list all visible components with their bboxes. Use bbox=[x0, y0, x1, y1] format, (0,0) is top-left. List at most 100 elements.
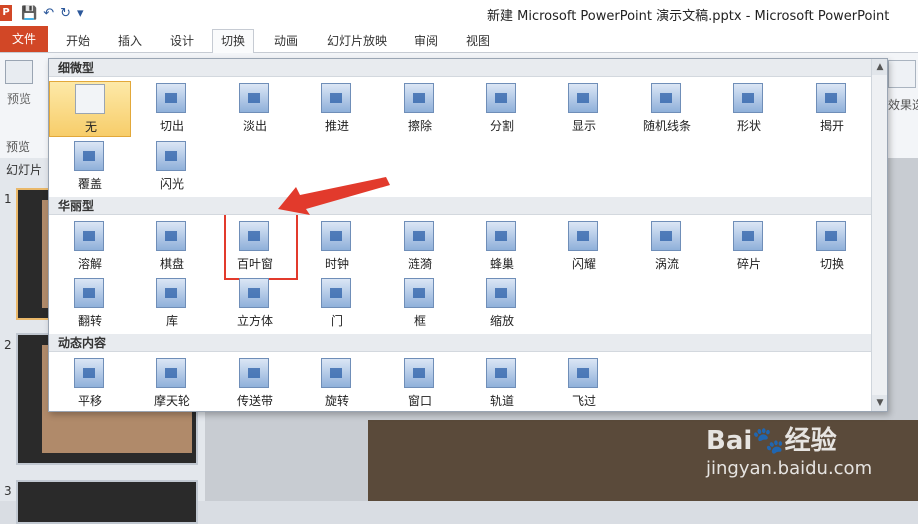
transition-preview-icon bbox=[321, 358, 351, 388]
transition-item[interactable]: 淡出 bbox=[214, 81, 296, 137]
transition-item[interactable]: 切出 bbox=[131, 81, 213, 137]
transition-item[interactable]: 窗口 bbox=[379, 356, 461, 411]
transition-item[interactable]: 翻转 bbox=[49, 276, 131, 332]
transition-preview-icon bbox=[733, 83, 763, 113]
transition-item[interactable]: 平移 bbox=[49, 356, 131, 411]
gallery-scrollbar[interactable]: ▲ ▼ bbox=[871, 59, 887, 411]
transition-item[interactable]: 涟漪 bbox=[379, 219, 461, 275]
tab-file[interactable]: 文件 bbox=[0, 26, 48, 52]
customize-qat-icon[interactable]: ▾ bbox=[74, 6, 87, 21]
transition-item[interactable]: 闪光 bbox=[131, 139, 213, 195]
transition-preview-icon bbox=[568, 83, 598, 113]
transition-item[interactable]: 摩天轮 bbox=[131, 356, 213, 411]
transition-item[interactable]: 百叶窗 bbox=[214, 219, 296, 275]
transition-item[interactable]: 轨道 bbox=[461, 356, 543, 411]
tab-transitions[interactable]: 切换 bbox=[212, 29, 255, 54]
preview-group-label: 预览 bbox=[6, 140, 31, 154]
transition-item[interactable]: 分割 bbox=[461, 81, 543, 137]
transition-item[interactable]: 形状 bbox=[708, 81, 790, 137]
transition-label: 分割 bbox=[489, 119, 514, 133]
tab-view[interactable]: 视图 bbox=[466, 30, 490, 52]
scroll-up-button[interactable]: ▲ bbox=[872, 59, 887, 75]
window-title: 新建 Microsoft PowerPoint 演示文稿.pptx - Micr… bbox=[487, 9, 890, 24]
transition-preview-icon bbox=[74, 141, 104, 171]
transition-preview-icon bbox=[239, 278, 269, 308]
transition-item[interactable]: 时钟 bbox=[296, 219, 378, 275]
redo-icon[interactable]: ↻ bbox=[57, 6, 74, 21]
transition-item[interactable]: 擦除 bbox=[379, 81, 461, 137]
transition-item[interactable]: 飞过 bbox=[543, 356, 625, 411]
transition-gallery: ▲ ▼ 细微型无 切出 淡出 推进 擦除 分割 显示 随机线条 形状 揭开 覆盖 闪光 华丽型 溶解 棋盘 百… bbox=[48, 58, 888, 412]
transition-item[interactable]: 推进 bbox=[296, 81, 378, 137]
transition-label: 切出 bbox=[159, 119, 184, 133]
transition-item[interactable]: 缩放 bbox=[461, 276, 543, 332]
transition-label: 门 bbox=[330, 314, 343, 328]
transition-item[interactable]: 随机线条 bbox=[626, 81, 708, 137]
transition-preview-icon bbox=[733, 221, 763, 251]
tab-animations[interactable]: 动画 bbox=[274, 30, 298, 52]
slide-number: 3 bbox=[4, 484, 12, 498]
transition-item[interactable]: 闪耀 bbox=[543, 219, 625, 275]
ribbon-tabs: 文件 开始 插入 设计 切换 动画 幻灯片放映 审阅 视图 bbox=[0, 26, 918, 54]
transition-preview-icon bbox=[156, 221, 186, 251]
effect-options-label: 效果选 bbox=[888, 98, 918, 112]
transition-preview-icon bbox=[239, 221, 269, 251]
transition-preview-icon bbox=[816, 83, 846, 113]
slides-pane-title: 幻灯片 bbox=[6, 163, 43, 177]
transition-item[interactable]: 覆盖 bbox=[49, 139, 131, 195]
tab-home[interactable]: 开始 bbox=[66, 30, 90, 52]
transition-item[interactable]: 切换 bbox=[791, 219, 873, 275]
preview-button[interactable]: 预览 bbox=[2, 60, 36, 107]
transition-label: 闪光 bbox=[159, 177, 184, 191]
transition-item[interactable]: 立方体 bbox=[214, 276, 296, 332]
transition-item[interactable]: 传送带 bbox=[214, 356, 296, 411]
tab-slideshow[interactable]: 幻灯片放映 bbox=[327, 30, 387, 52]
transition-preview-icon bbox=[75, 84, 105, 114]
transition-preview-icon bbox=[239, 358, 269, 388]
quick-access-toolbar: P 💾 ↶ ↻ ▾ bbox=[0, 2, 87, 24]
transition-label: 平移 bbox=[77, 394, 102, 408]
transition-label: 缩放 bbox=[489, 314, 514, 328]
title-bar: P 💾 ↶ ↻ ▾ 新建 Microsoft PowerPoint 演示文稿.p… bbox=[0, 0, 918, 26]
transition-label: 立方体 bbox=[236, 314, 273, 328]
transition-label: 蜂巢 bbox=[489, 257, 514, 271]
transition-item[interactable]: 框 bbox=[379, 276, 461, 332]
transition-item[interactable]: 溶解 bbox=[49, 219, 131, 275]
baidu-watermark: Bai🐾经验 jingyan.baidu.com bbox=[706, 420, 918, 500]
transition-item[interactable]: 蜂巢 bbox=[461, 219, 543, 275]
transition-label: 随机线条 bbox=[642, 119, 691, 133]
transition-item[interactable]: 库 bbox=[131, 276, 213, 332]
transition-item[interactable]: 碎片 bbox=[708, 219, 790, 275]
save-icon[interactable]: 💾 bbox=[18, 6, 40, 21]
transition-item[interactable]: 棋盘 bbox=[131, 219, 213, 275]
transition-preview-icon bbox=[74, 358, 104, 388]
transition-label: 棋盘 bbox=[159, 257, 184, 271]
tab-review[interactable]: 审阅 bbox=[414, 30, 438, 52]
transition-label: 闪耀 bbox=[571, 257, 596, 271]
transition-preview-icon bbox=[404, 83, 434, 113]
transition-item[interactable]: 涡流 bbox=[626, 219, 708, 275]
transition-preview-icon bbox=[74, 278, 104, 308]
transition-item[interactable]: 显示 bbox=[543, 81, 625, 137]
transition-label: 库 bbox=[165, 314, 178, 328]
transition-label: 推进 bbox=[324, 119, 349, 133]
transition-label: 传送带 bbox=[236, 394, 273, 408]
transition-label: 碎片 bbox=[736, 257, 761, 271]
scroll-down-button[interactable]: ▼ bbox=[872, 395, 887, 411]
transition-preview-icon bbox=[486, 83, 516, 113]
transition-preview-icon bbox=[651, 221, 681, 251]
tab-insert[interactable]: 插入 bbox=[118, 30, 142, 52]
transition-item[interactable]: 无 bbox=[49, 81, 131, 137]
tab-design[interactable]: 设计 bbox=[170, 30, 194, 52]
transition-item[interactable]: 门 bbox=[296, 276, 378, 332]
transition-label: 飞过 bbox=[571, 394, 596, 408]
effect-options-button[interactable]: 效果选 bbox=[888, 60, 918, 130]
transition-item[interactable]: 揭开 bbox=[791, 81, 873, 137]
transition-label: 揭开 bbox=[819, 119, 844, 133]
powerpoint-app-icon[interactable]: P bbox=[0, 5, 12, 21]
transition-label: 旋转 bbox=[324, 394, 349, 408]
slide-thumbnail-3[interactable] bbox=[16, 480, 198, 524]
undo-icon[interactable]: ↶ bbox=[40, 6, 57, 21]
watermark-url: jingyan.baidu.com bbox=[706, 458, 873, 479]
transition-item[interactable]: 旋转 bbox=[296, 356, 378, 411]
